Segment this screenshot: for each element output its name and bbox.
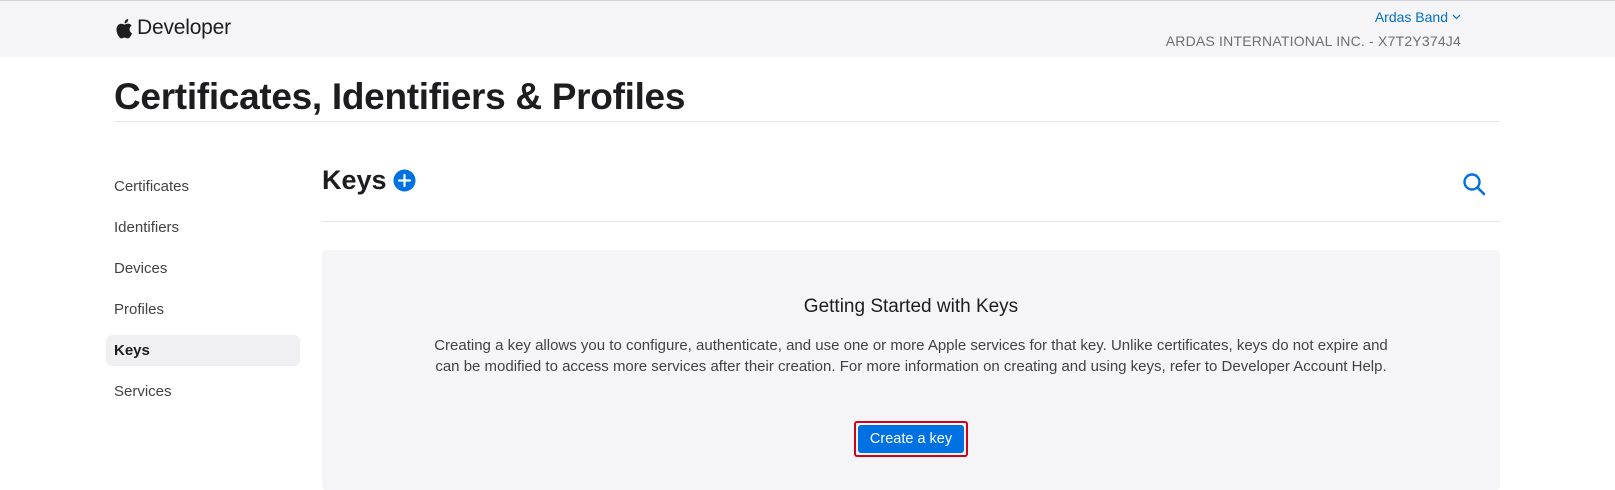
developer-logo[interactable]: Developer — [114, 13, 231, 43]
sidebar-item-keys[interactable]: Keys — [106, 335, 300, 366]
sidebar-item-identifiers[interactable]: Identifiers — [106, 212, 300, 243]
account-menu: Ardas Band ARDAS INTERNATIONAL INC. - X7… — [1166, 9, 1461, 49]
create-key-button[interactable]: Create a key — [858, 425, 964, 453]
sidebar-item-devices[interactable]: Devices — [106, 253, 300, 284]
global-header: Developer Ardas Band ARDAS INTERNATIONAL… — [0, 0, 1615, 57]
brand-label: Developer — [137, 16, 231, 39]
empty-state-title: Getting Started with Keys — [803, 296, 1019, 317]
account-name: Ardas Band — [1374, 9, 1448, 25]
section-divider — [322, 221, 1500, 222]
plus-circle-icon[interactable] — [393, 169, 416, 192]
sidebar-item-profiles[interactable]: Profiles — [106, 294, 300, 325]
empty-state-panel: Getting Started with Keys Creating a key… — [322, 250, 1500, 490]
chevron-down-icon — [1452, 14, 1461, 20]
team-label: ARDAS INTERNATIONAL INC. - X7T2Y374J4 — [1165, 33, 1461, 49]
empty-state-description: Creating a key allows you to configure, … — [434, 337, 1388, 375]
sidebar-item-services[interactable]: Services — [106, 376, 300, 407]
sidebar-nav: Certificates Identifiers Devices Profile… — [106, 171, 300, 417]
sidebar-item-certificates[interactable]: Certificates — [106, 171, 300, 202]
account-name-dropdown[interactable]: Ardas Band — [1375, 9, 1461, 25]
section-title: Keys — [322, 165, 387, 195]
section-header: Keys — [322, 165, 416, 196]
create-key-highlight: Create a key — [854, 421, 968, 457]
search-icon[interactable] — [1462, 172, 1486, 196]
apple-logo-icon — [116, 18, 132, 38]
page-title: Certificates, Identifiers & Profiles — [114, 76, 686, 117]
title-divider — [114, 121, 1500, 122]
